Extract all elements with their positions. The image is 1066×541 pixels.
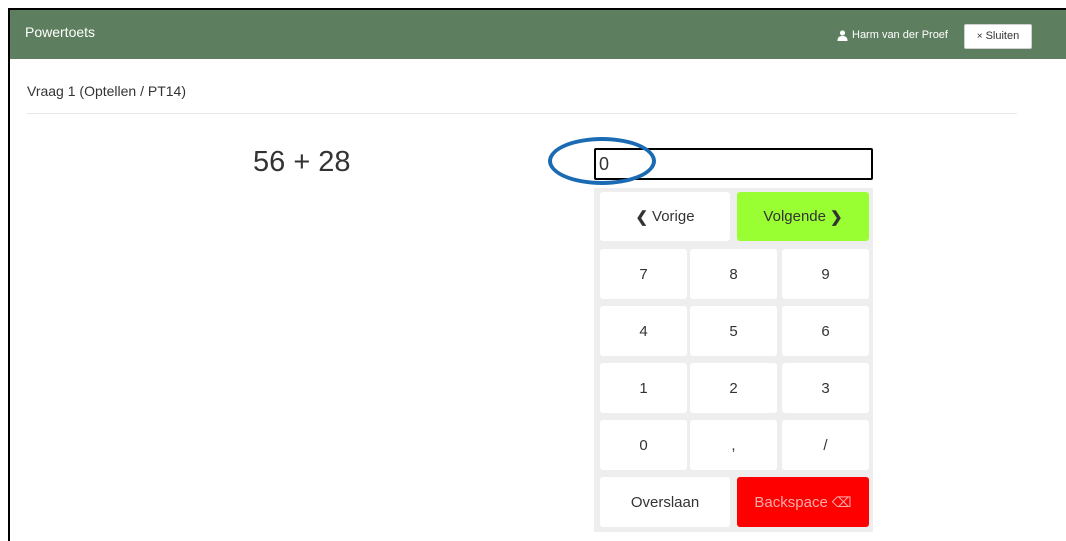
chevron-left-icon: ❮	[635, 208, 649, 226]
key-5[interactable]: 5	[690, 306, 777, 356]
key-6[interactable]: 6	[782, 306, 869, 356]
key-4[interactable]: 4	[600, 306, 687, 356]
answer-input[interactable]	[594, 148, 873, 180]
key-7[interactable]: 7	[600, 249, 687, 299]
app-frame: Powertoets Harm van der Proef × Sluiten V…	[8, 8, 1066, 541]
backspace-button[interactable]: Backspace ⌫	[737, 477, 869, 527]
top-navbar: Powertoets Harm van der Proef × Sluiten	[10, 10, 1066, 59]
backspace-label: Backspace	[754, 493, 828, 511]
close-icon: ×	[976, 31, 983, 42]
next-label: Volgende	[763, 208, 826, 225]
skip-button[interactable]: Overslaan	[600, 477, 730, 527]
backspace-icon: ⌫	[831, 493, 852, 510]
close-button[interactable]: × Sluiten	[964, 24, 1032, 49]
user-name: Harm van der Proef	[852, 29, 948, 41]
prev-label: Vorige	[652, 208, 695, 225]
key-slash[interactable]: /	[782, 420, 869, 470]
user-info: Harm van der Proef	[837, 29, 948, 41]
user-icon	[837, 29, 848, 41]
key-9[interactable]: 9	[782, 249, 869, 299]
prev-button[interactable]: ❮ Vorige	[600, 192, 730, 241]
chevron-right-icon: ❯	[830, 208, 843, 226]
key-0[interactable]: 0	[600, 420, 687, 470]
key-comma[interactable]: ,	[690, 420, 777, 470]
key-2[interactable]: 2	[690, 363, 777, 413]
key-3[interactable]: 3	[782, 363, 869, 413]
divider	[27, 113, 1017, 114]
number-keypad: ❮ Vorige Volgende ❯ 7 8 9 4 5 6 1 2 3 0 , …	[594, 188, 873, 532]
next-button[interactable]: Volgende ❯	[737, 192, 869, 241]
math-problem: 56 + 28	[253, 146, 351, 178]
key-1[interactable]: 1	[600, 363, 687, 413]
key-8[interactable]: 8	[690, 249, 777, 299]
question-label: Vraag 1 (Optellen / PT14)	[27, 83, 187, 99]
close-label: Sluiten	[985, 30, 1020, 42]
app-title: Powertoets	[25, 24, 96, 40]
